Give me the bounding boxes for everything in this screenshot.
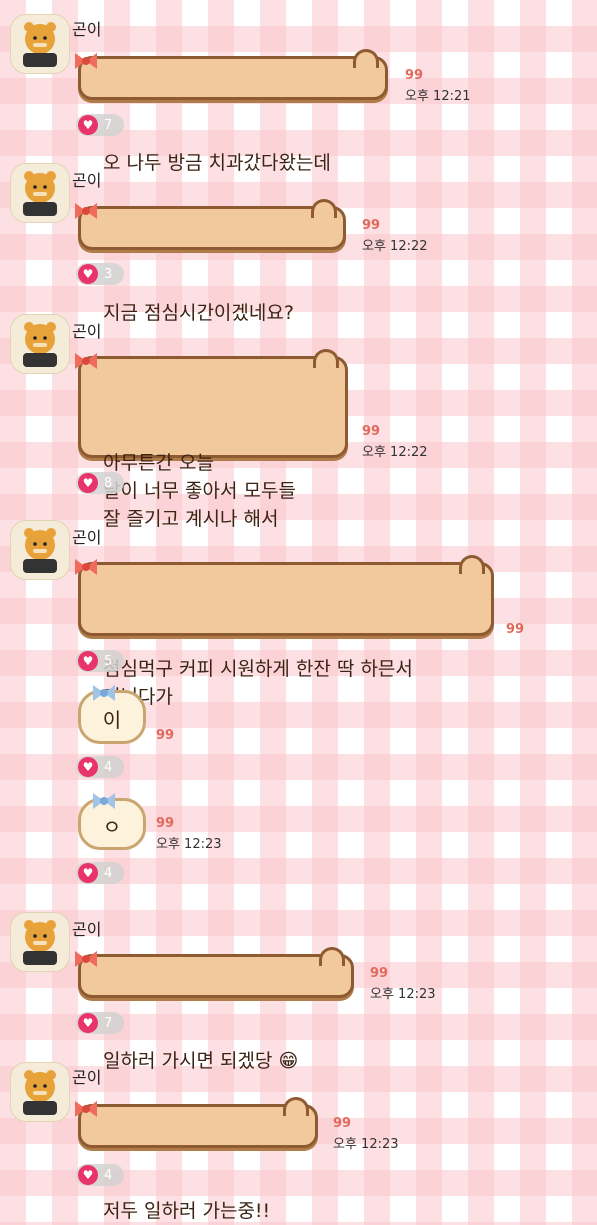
like-count: 7 xyxy=(104,1015,113,1031)
read-count: 99 xyxy=(333,1116,352,1131)
bow-icon xyxy=(75,559,97,575)
bow-icon xyxy=(93,793,115,809)
emoticon-text: 이 xyxy=(102,708,122,732)
bow-icon xyxy=(75,353,97,369)
like-count: 4 xyxy=(104,1167,113,1183)
sender-name: 곤이 xyxy=(72,920,102,939)
like-count: 4 xyxy=(104,865,113,881)
message-text: 점심먹구 커피 시원하게 한잔 딱 하믄서 거닐다가 xyxy=(103,658,413,708)
read-count: 99 xyxy=(405,68,424,83)
avatar[interactable] xyxy=(10,314,70,374)
message-meta: 99 오후 12:22 xyxy=(362,218,428,254)
like-reaction[interactable]: ♥ 3 xyxy=(76,263,124,285)
message-bubble[interactable]: 지금 점심시간이겠네요? xyxy=(75,199,346,324)
like-count: 8 xyxy=(104,475,113,491)
heart-icon: ♥ xyxy=(78,757,98,777)
read-count: 99 xyxy=(370,966,389,981)
message-meta: 99 오후 12:23 xyxy=(370,966,436,1002)
message-text: 저두 일하러 가는중!! xyxy=(103,1200,271,1222)
heart-icon: ♥ xyxy=(78,1165,98,1185)
message-text: 아무튼간 오늘 날이 너무 좋아서 모두들 잘 즐기고 계시나 해서 xyxy=(103,452,296,530)
avatar[interactable] xyxy=(10,520,70,580)
heart-icon: ♥ xyxy=(78,115,98,135)
message-bubble[interactable]: 아무튼간 오늘 날이 너무 좋아서 모두들 잘 즐기고 계시나 해서 xyxy=(75,349,348,530)
like-reaction[interactable]: ♥ 7 xyxy=(76,1012,124,1034)
heart-icon: ♥ xyxy=(78,651,98,671)
like-count: 3 xyxy=(104,266,113,282)
heart-icon: ♥ xyxy=(78,264,98,284)
cat-emoticon[interactable]: ㅇ xyxy=(78,793,146,850)
message-meta: 99 xyxy=(506,622,524,637)
heart-icon: ♥ xyxy=(78,863,98,883)
timestamp: 오후 12:22 xyxy=(362,239,428,254)
bow-icon xyxy=(75,951,97,967)
like-count: 7 xyxy=(104,117,113,133)
bow-icon xyxy=(93,685,115,701)
message-bubble[interactable]: 점심먹구 커피 시원하게 한잔 딱 하믄서 거닐다가 xyxy=(75,555,494,708)
avatar[interactable] xyxy=(10,163,70,223)
bow-icon xyxy=(75,1101,97,1117)
cat-emoticon[interactable]: 이 xyxy=(78,685,146,744)
sender-name: 곤이 xyxy=(72,20,102,39)
message-bubble[interactable]: 일하러 가시면 되겠당 😁 xyxy=(75,947,354,1072)
avatar[interactable] xyxy=(10,912,70,972)
message-meta: 99 오후 12:22 xyxy=(362,424,428,460)
message-text: 오 나두 방금 치과갔다왔는데 xyxy=(103,152,331,174)
read-count: 99 xyxy=(362,424,381,439)
like-reaction[interactable]: ♥ 7 xyxy=(76,114,124,136)
message-meta: 99 xyxy=(156,728,174,743)
bow-icon xyxy=(75,53,97,69)
sender-name: 곤이 xyxy=(72,528,102,547)
read-count: 99 xyxy=(506,622,525,637)
message-meta: 99 오후 12:23 xyxy=(333,1116,399,1152)
like-count: 4 xyxy=(104,759,113,775)
message-meta: 99 오후 12:21 xyxy=(405,68,471,104)
like-count: 5 xyxy=(104,653,113,669)
sender-name: 곤이 xyxy=(72,1068,102,1087)
avatar[interactable] xyxy=(10,14,70,74)
timestamp: 오후 12:23 xyxy=(370,987,436,1002)
timestamp: 오후 12:22 xyxy=(362,445,428,460)
avatar[interactable] xyxy=(10,1062,70,1122)
heart-icon: ♥ xyxy=(78,1013,98,1033)
message-bubble[interactable]: 오 나두 방금 치과갔다왔는데 xyxy=(75,49,388,174)
emoticon-text: ㅇ xyxy=(102,815,122,839)
read-count: 99 xyxy=(362,218,381,233)
sender-name: 곤이 xyxy=(72,322,102,341)
bow-icon xyxy=(75,203,97,219)
timestamp: 오후 12:23 xyxy=(333,1137,399,1152)
like-reaction[interactable]: ♥ 5 xyxy=(76,650,124,672)
message-meta: 99 오후 12:23 xyxy=(156,816,222,852)
heart-icon: ♥ xyxy=(78,473,98,493)
like-reaction[interactable]: ♥ 8 xyxy=(76,472,124,494)
message-bubble[interactable]: 저두 일하러 가는중!! xyxy=(75,1097,318,1222)
like-reaction[interactable]: ♥ 4 xyxy=(76,862,124,884)
like-reaction[interactable]: ♥ 4 xyxy=(76,756,124,778)
message-text: 지금 점심시간이겠네요? xyxy=(103,302,294,324)
read-count: 99 xyxy=(156,816,175,831)
message-text: 일하러 가시면 되겠당 😁 xyxy=(103,1050,299,1072)
sender-name: 곤이 xyxy=(72,171,102,190)
timestamp: 오후 12:21 xyxy=(405,89,471,104)
read-count: 99 xyxy=(156,728,175,743)
like-reaction[interactable]: ♥ 4 xyxy=(76,1164,124,1186)
timestamp: 오후 12:23 xyxy=(156,837,222,852)
